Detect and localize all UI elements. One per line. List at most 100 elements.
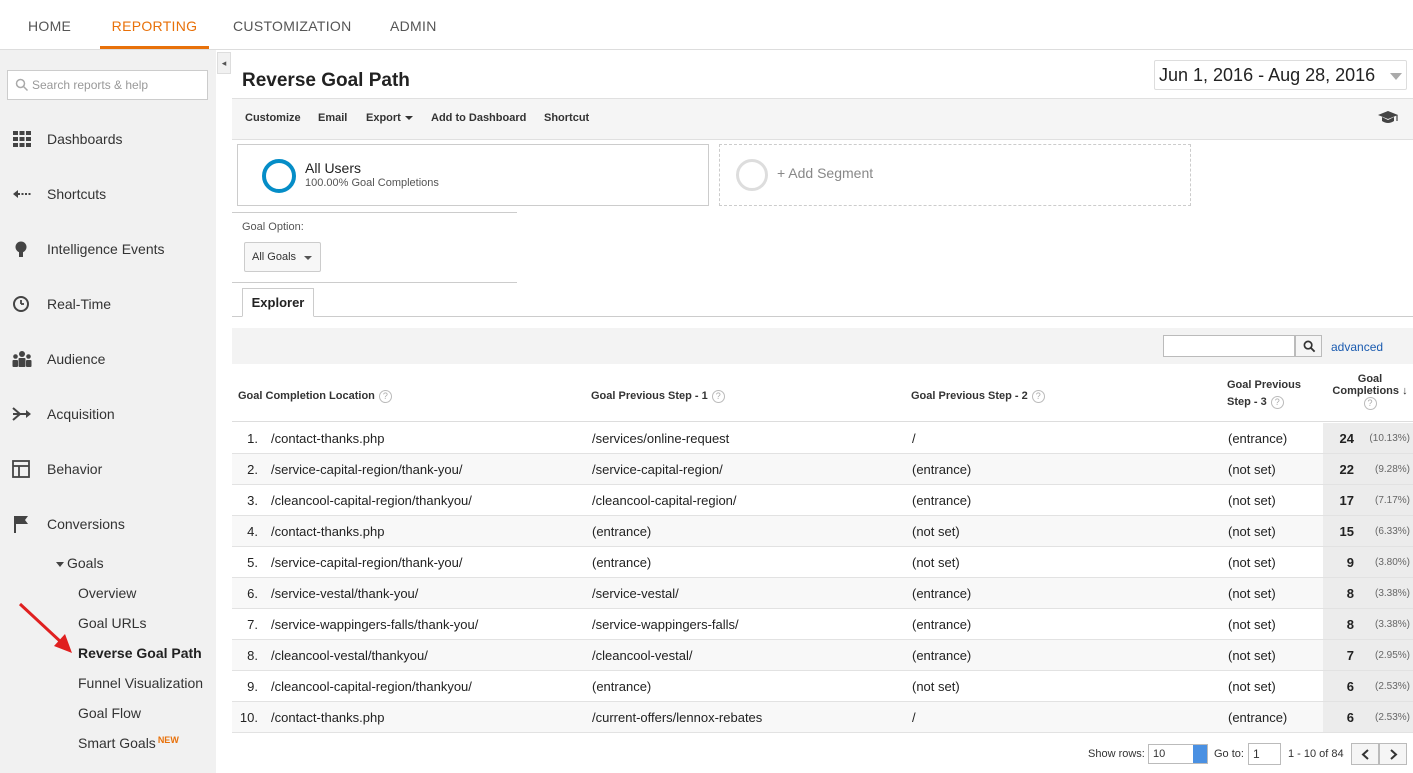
sidebar-item-intelligence-events[interactable]: Intelligence Events [0, 234, 216, 264]
tab-admin[interactable]: ADMIN [390, 0, 437, 49]
previous-step-2-cell[interactable]: (entrance) [912, 648, 971, 663]
help-icon[interactable]: ? [1363, 397, 1377, 410]
next-page-button[interactable] [1379, 743, 1407, 765]
goal-completion-location-cell[interactable]: /contact-thanks.php [271, 710, 384, 725]
goal-completion-location-cell[interactable]: /service-wappingers-falls/thank-you/ [271, 617, 478, 632]
previous-step-2-cell[interactable]: (not set) [912, 679, 960, 694]
goal-completion-location-cell[interactable]: /contact-thanks.php [271, 431, 384, 446]
table-row[interactable]: 8. /cleancool-vestal/thankyou/ /cleancool-… [232, 640, 1413, 671]
tab-explorer[interactable]: Explorer [242, 288, 314, 317]
search-input[interactable] [32, 75, 202, 95]
previous-step-2-cell[interactable]: (entrance) [912, 586, 971, 601]
table-row[interactable]: 6. /service-vestal/thank-you/ /service-ves… [232, 578, 1413, 609]
previous-step-3-cell[interactable]: (not set) [1228, 617, 1276, 632]
sidebar-item-real-time[interactable]: Real-Time [0, 289, 216, 319]
add-segment-button[interactable]: + Add Segment [719, 144, 1191, 206]
sidebar-item-goal-flow[interactable]: Goal Flow [78, 705, 141, 721]
previous-step-3-cell[interactable]: (not set) [1228, 679, 1276, 694]
previous-step-1-cell[interactable]: /cleancool-vestal/ [592, 648, 692, 663]
previous-step-2-cell[interactable]: / [912, 431, 916, 446]
table-row[interactable]: 9. /cleancool-capital-region/thankyou/ (en… [232, 671, 1413, 702]
column-header-previous-step-1[interactable]: Goal Previous Step - 1? [591, 388, 725, 405]
sidebar-item-smart-goals[interactable]: Smart Goals NEW [78, 735, 179, 751]
segment-all-users[interactable]: All Users 100.00% Goal Completions [237, 144, 709, 206]
graduation-cap-icon[interactable] [1377, 110, 1399, 126]
previous-step-3-cell[interactable]: (not set) [1228, 462, 1276, 477]
previous-step-3-cell[interactable]: (not set) [1228, 555, 1276, 570]
previous-step-1-cell[interactable]: /current-offers/lennox-rebates [592, 710, 762, 725]
previous-step-2-cell[interactable]: (entrance) [912, 493, 971, 508]
previous-step-3-cell[interactable]: (entrance) [1228, 710, 1287, 725]
sidebar-item-acquisition[interactable]: Acquisition [0, 399, 216, 429]
previous-step-3-cell[interactable]: (not set) [1228, 586, 1276, 601]
previous-step-1-cell[interactable]: (entrance) [592, 524, 651, 539]
goal-completion-location-cell[interactable]: /cleancool-capital-region/thankyou/ [271, 679, 472, 694]
table-filter-input[interactable] [1163, 335, 1295, 357]
help-icon[interactable]: ? [378, 389, 392, 403]
tab-customization[interactable]: CUSTOMIZATION [233, 0, 352, 49]
previous-step-1-cell[interactable]: /service-wappingers-falls/ [592, 617, 739, 632]
tab-reporting[interactable]: REPORTING [100, 0, 209, 49]
customize-button[interactable]: Customize [245, 112, 301, 124]
previous-step-1-cell[interactable]: /service-capital-region/ [592, 462, 723, 477]
table-search-button[interactable] [1295, 335, 1322, 357]
previous-step-2-cell[interactable]: (entrance) [912, 462, 971, 477]
table-row[interactable]: 1. /contact-thanks.php/services/online-re… [232, 423, 1413, 454]
previous-step-1-cell[interactable]: /cleancool-capital-region/ [592, 493, 737, 508]
previous-step-3-cell[interactable]: (not set) [1228, 493, 1276, 508]
table-row[interactable]: 3. /cleancool-capital-region/thankyou/ /cl… [232, 485, 1413, 516]
shortcut-button[interactable]: Shortcut [544, 112, 589, 124]
date-range-picker[interactable]: Jun 1, 2016 - Aug 28, 2016 [1154, 60, 1407, 90]
help-icon[interactable]: ? [711, 389, 725, 403]
sidebar-item-dashboards[interactable]: Dashboards [0, 124, 216, 154]
sidebar-item-behavior[interactable]: Behavior [0, 454, 216, 484]
goal-completion-location-cell[interactable]: /contact-thanks.php [271, 524, 384, 539]
tab-home[interactable]: HOME [28, 0, 71, 49]
column-header-goal-completions[interactable]: Goal Completions ↓ ? [1327, 373, 1413, 410]
sidebar-item-funnel-visualization[interactable]: Funnel Visualization [78, 675, 203, 691]
goal-completion-location-cell[interactable]: /service-capital-region/thank-you/ [271, 555, 462, 570]
email-button[interactable]: Email [318, 112, 347, 124]
sidebar-item-conversions[interactable]: Conversions [0, 509, 216, 539]
sidebar-item-goals[interactable]: Goals [56, 555, 104, 571]
advanced-filter-link[interactable]: advanced [1331, 340, 1383, 354]
goal-option-select[interactable]: All Goals [244, 242, 321, 272]
previous-step-2-cell[interactable]: / [912, 710, 916, 725]
goal-completion-location-cell[interactable]: /service-capital-region/thank-you/ [271, 462, 462, 477]
goal-completion-location-cell[interactable]: /service-vestal/thank-you/ [271, 586, 418, 601]
help-icon[interactable]: ? [1270, 395, 1284, 409]
previous-page-button[interactable] [1351, 743, 1379, 765]
sidebar-item-reverse-goal-path[interactable]: Reverse Goal Path [78, 645, 202, 661]
table-row[interactable]: 2. /service-capital-region/thank-you/ /ser… [232, 454, 1413, 485]
export-button[interactable]: Export [366, 112, 413, 124]
previous-step-3-cell[interactable]: (entrance) [1228, 431, 1287, 446]
column-header-previous-step-2[interactable]: Goal Previous Step - 2? [911, 388, 1045, 405]
table-row[interactable]: 4. /contact-thanks.php (entrance) (not set)… [232, 516, 1413, 547]
sidebar-item-overview[interactable]: Overview [78, 585, 136, 601]
add-to-dashboard-button[interactable]: Add to Dashboard [431, 112, 526, 124]
previous-step-3-cell[interactable]: (not set) [1228, 648, 1276, 663]
sidebar-item-goal-urls[interactable]: Goal URLs [78, 615, 146, 631]
help-icon[interactable]: ? [1031, 389, 1045, 403]
previous-step-1-cell[interactable]: (entrance) [592, 555, 651, 570]
previous-step-2-cell[interactable]: (not set) [912, 555, 960, 570]
previous-step-3-cell[interactable]: (not set) [1228, 524, 1276, 539]
collapse-sidebar-button[interactable]: ◂ [217, 52, 231, 74]
sidebar-item-audience[interactable]: Audience [0, 344, 216, 374]
previous-step-2-cell[interactable]: (not set) [912, 524, 960, 539]
previous-step-1-cell[interactable]: (entrance) [592, 679, 651, 694]
column-header-previous-step-3[interactable]: Goal Previous Step - 3? [1227, 377, 1301, 411]
sidebar-item-shortcuts[interactable]: Shortcuts [0, 179, 216, 209]
show-rows-select[interactable]: 10 [1148, 744, 1208, 764]
previous-step-2-cell[interactable]: (entrance) [912, 617, 971, 632]
table-row[interactable]: 5. /service-capital-region/thank-you/ (ent… [232, 547, 1413, 578]
search-box[interactable] [7, 70, 208, 100]
table-row[interactable]: 7. /service-wappingers-falls/thank-you/ /s… [232, 609, 1413, 640]
column-header-goal-completion-location[interactable]: Goal Completion Location? [238, 388, 392, 405]
goal-completion-location-cell[interactable]: /cleancool-capital-region/thankyou/ [271, 493, 472, 508]
goal-completion-location-cell[interactable]: /cleancool-vestal/thankyou/ [271, 648, 428, 663]
table-row[interactable]: 10. /contact-thanks.php/current-offers/le… [232, 702, 1413, 733]
previous-step-1-cell[interactable]: /services/online-request [592, 431, 729, 446]
go-to-page-input[interactable]: 1 [1248, 743, 1281, 765]
previous-step-1-cell[interactable]: /service-vestal/ [592, 586, 679, 601]
